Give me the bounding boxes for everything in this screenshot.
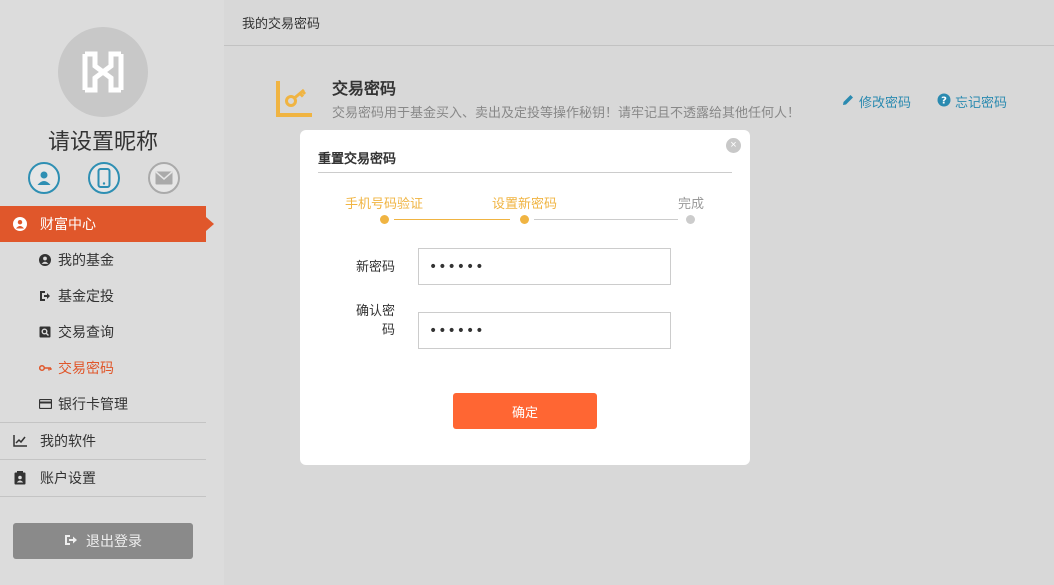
user-logo-icon: [82, 51, 124, 93]
step-complete-label: 完成: [678, 196, 705, 211]
confirm-password-input[interactable]: [418, 312, 671, 349]
key-icon: [38, 363, 52, 373]
mobile-icon[interactable]: [88, 162, 120, 194]
confirm-button[interactable]: 确定: [453, 393, 597, 429]
nav-fund-plan[interactable]: 基金定投: [0, 278, 206, 314]
avatar[interactable]: [58, 27, 148, 117]
help-icon: ?: [937, 93, 951, 110]
nickname[interactable]: 请设置昵称: [0, 124, 206, 156]
id-card-icon: [12, 471, 28, 485]
logout-button[interactable]: 退出登录: [13, 523, 193, 559]
wealth-subnav: 我的基金 基金定投 交易查询 交易密码 银行卡管理: [0, 242, 206, 423]
nav-trade-query-label: 交易查询: [58, 324, 114, 340]
password-key-icon: [276, 79, 314, 117]
step-progress-line: [394, 219, 510, 220]
nav-wealth-center-label: 财富中心: [40, 216, 96, 232]
nav-my-funds-label: 我的基金: [58, 252, 114, 268]
breadcrumb-label: 我的交易密码: [242, 16, 321, 31]
nav-my-software-label: 我的软件: [40, 433, 96, 449]
new-password-input[interactable]: [418, 248, 671, 285]
sidebar: 请设置昵称 财富中心 我的基金 基金定投 交易查询 交易密码 银行卡管理 我的软…: [0, 0, 214, 585]
step-dot-3: [686, 215, 695, 224]
new-password-label: 新密码: [355, 259, 395, 274]
forgot-password-link[interactable]: ? 忘记密码: [937, 92, 1007, 111]
user-circle-icon: [12, 217, 28, 231]
nav-trade-password[interactable]: 交易密码: [0, 350, 206, 386]
modify-password-label: 修改密码: [859, 95, 912, 110]
breadcrumb: 我的交易密码: [224, 0, 1054, 46]
person-icon[interactable]: [28, 162, 60, 194]
contact-icons: [28, 162, 180, 194]
step-remaining-line: [534, 219, 678, 220]
nav-bank-card-label: 银行卡管理: [58, 396, 128, 412]
nav-wealth-center[interactable]: 财富中心: [0, 206, 214, 242]
credit-card-icon: [38, 399, 52, 409]
section-description: 交易密码用于基金买入、卖出及定投等操作秘钥！请牢记且不透露给其他任何人！: [332, 105, 801, 120]
modify-password-link[interactable]: 修改密码: [841, 92, 911, 111]
sign-out-icon: [38, 290, 52, 302]
nav-bank-card[interactable]: 银行卡管理: [0, 386, 206, 422]
sidebar-nav: 财富中心 我的基金 基金定投 交易查询 交易密码 银行卡管理 我的软件 账户设置: [0, 206, 214, 497]
email-icon[interactable]: [148, 162, 180, 194]
dialog-divider: [318, 172, 732, 173]
pencil-icon: [841, 93, 855, 110]
step-dot-2: [520, 215, 529, 224]
dialog-title: 重置交易密码: [318, 151, 397, 166]
logout-label: 退出登录: [86, 533, 142, 549]
forgot-password-label: 忘记密码: [955, 95, 1008, 110]
confirm-password-label: 确认密码: [355, 303, 395, 337]
search-doc-icon: [38, 326, 52, 338]
line-chart-icon: [12, 435, 28, 447]
step-set-password-label: 设置新密码: [492, 196, 558, 211]
user-circle-icon: [38, 254, 52, 266]
sign-out-icon: [64, 533, 78, 549]
nav-fund-plan-label: 基金定投: [58, 288, 114, 304]
nav-account-settings[interactable]: 账户设置: [0, 460, 206, 497]
nav-trade-query[interactable]: 交易查询: [0, 314, 206, 350]
section-title: 交易密码: [332, 81, 397, 98]
close-icon[interactable]: ×: [726, 138, 741, 153]
nav-my-software[interactable]: 我的软件: [0, 423, 206, 460]
nav-trade-password-label: 交易密码: [58, 360, 114, 376]
svg-text:?: ?: [941, 96, 947, 107]
step-phone-verify-label: 手机号码验证: [345, 196, 424, 211]
nav-my-funds[interactable]: 我的基金: [0, 242, 206, 278]
step-dot-1: [380, 215, 389, 224]
nav-account-settings-label: 账户设置: [40, 470, 96, 486]
reset-password-dialog: 重置交易密码 × 手机号码验证 设置新密码 完成 新密码 确认密码 确定: [300, 130, 750, 465]
